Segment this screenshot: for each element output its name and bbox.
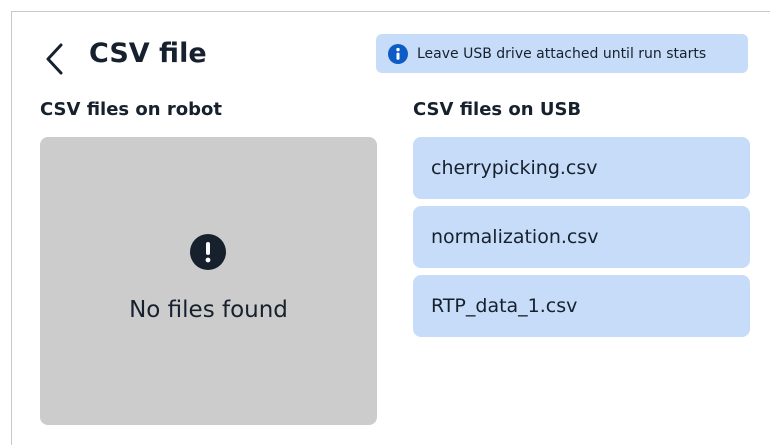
robot-files-empty-panel: No files found <box>40 137 377 425</box>
file-name: normalization.csv <box>431 226 599 248</box>
usb-file-item[interactable]: normalization.csv <box>413 206 750 268</box>
banner-text: Leave USB drive attached until run start… <box>417 45 707 62</box>
file-name: cherrypicking.csv <box>431 157 598 179</box>
usb-file-list: cherrypicking.csv normalization.csv RTP_… <box>413 137 750 344</box>
file-name: RTP_data_1.csv <box>431 295 578 317</box>
chevron-left-icon <box>46 43 63 75</box>
usb-file-item[interactable]: cherrypicking.csv <box>413 137 750 199</box>
info-icon <box>388 43 408 64</box>
page-title: CSV file <box>89 38 207 69</box>
usb-file-item[interactable]: RTP_data_1.csv <box>413 275 750 337</box>
usb-files-heading: CSV files on USB <box>413 99 582 120</box>
csv-file-screen: CSV file Leave USB drive attached until … <box>11 11 770 445</box>
back-button[interactable] <box>40 39 70 79</box>
usb-info-banner: Leave USB drive attached until run start… <box>376 34 748 73</box>
alert-circle-icon <box>190 234 226 270</box>
robot-files-heading: CSV files on robot <box>40 99 222 120</box>
empty-message: No files found <box>129 297 288 323</box>
